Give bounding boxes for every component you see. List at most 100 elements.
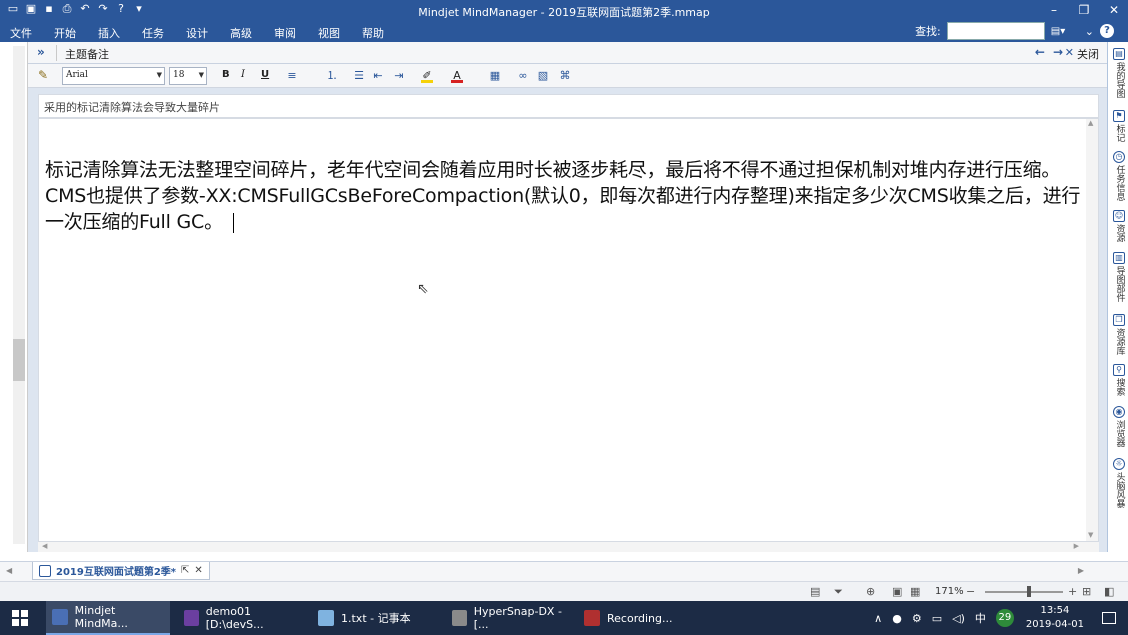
sidebar-item-my-maps[interactable]: ▤ 我的导图 bbox=[1111, 48, 1127, 98]
zoom-in-icon[interactable]: + bbox=[1068, 585, 1077, 598]
clock[interactable]: 13:54 2019-04-01 bbox=[1026, 604, 1084, 632]
decrease-indent-icon[interactable]: ⇤ bbox=[371, 68, 385, 83]
volume-icon[interactable]: ◁) bbox=[952, 612, 965, 625]
font-size-select[interactable]: 18 ▼ bbox=[169, 67, 207, 85]
sidebar-item-search[interactable]: ⚲ 搜索 bbox=[1111, 364, 1127, 396]
tray-monitor-icon[interactable]: ⚙ bbox=[912, 612, 922, 625]
menu-view[interactable]: 视图 bbox=[318, 25, 340, 41]
editor-vertical-scrollbar[interactable]: ▲ ▼ bbox=[1086, 119, 1098, 541]
notification-count-badge[interactable]: 29 bbox=[995, 609, 1014, 627]
insert-object-icon[interactable]: ⌘ bbox=[558, 68, 572, 83]
chevron-down-icon: ▼ bbox=[156, 71, 162, 79]
zoom-slider[interactable] bbox=[985, 591, 1063, 593]
action-center-icon[interactable] bbox=[1102, 612, 1116, 624]
menu-review[interactable]: 审阅 bbox=[274, 25, 296, 41]
layout-outline-icon[interactable]: ▦ bbox=[910, 585, 920, 598]
taskbar-app-notepad[interactable]: 1.txt - 记事本 bbox=[312, 601, 438, 635]
font-color-icon[interactable]: A bbox=[450, 68, 464, 83]
insert-image-icon[interactable]: ▧ bbox=[536, 68, 550, 83]
close-tab-icon[interactable]: ✕ bbox=[194, 565, 202, 576]
align-left-icon[interactable]: ≡ bbox=[285, 68, 299, 83]
right-task-pane-bar: ▤ 我的导图 ⚑ 标记 ◷ 任务信息 ☺ 资源 ▥ 导图部件 ❐ 资源库 ⚲ 搜… bbox=[1107, 42, 1128, 552]
font-family-select[interactable]: Arial ▼ bbox=[62, 67, 165, 85]
filter-icon[interactable]: ⏷ bbox=[834, 585, 843, 599]
search-label: 查找: bbox=[915, 25, 941, 38]
system-tray: ∧ ● ⚙ ▭ ◁) 中 29 13:54 2019-04-01 bbox=[874, 601, 1128, 635]
menu-help[interactable]: 帮助 bbox=[362, 25, 384, 41]
formatting-toolbar: ✎ Arial ▼ 18 ▼ B I U ≡ ⒈ ☰ ⇤ ⇥ ✐ A ▦ ∞ ▧… bbox=[28, 64, 1107, 88]
sidebar-item-brainstorm[interactable]: ☼ 头脑风暴 bbox=[1111, 458, 1127, 508]
sidebar-item-library[interactable]: ❐ 资源库 bbox=[1111, 314, 1127, 355]
sidebar-item-map-parts[interactable]: ▥ 导图部件 bbox=[1111, 252, 1127, 302]
map-icon: ▤ bbox=[1113, 48, 1125, 60]
close-panel-button[interactable]: ✕ 关闭 bbox=[1065, 46, 1099, 62]
previous-note-icon[interactable]: ← bbox=[1035, 45, 1045, 59]
focus-topic-icon[interactable]: ⊕ bbox=[866, 585, 875, 598]
network-icon[interactable]: ▭ bbox=[932, 612, 942, 625]
minimize-button[interactable]: – bbox=[1046, 2, 1062, 18]
panel-layout-icon[interactable]: ◧ bbox=[1104, 585, 1114, 598]
search-options-icon[interactable]: ▤▾ bbox=[1051, 26, 1079, 37]
windows-start-button[interactable] bbox=[12, 610, 28, 626]
zoom-slider-handle[interactable] bbox=[1027, 586, 1031, 597]
sidebar-item-resources[interactable]: ☺ 资源 bbox=[1111, 210, 1127, 242]
zoom-out-icon[interactable]: − bbox=[966, 585, 975, 598]
hyperlink-icon[interactable]: ∞ bbox=[516, 68, 530, 83]
bold-button[interactable]: B bbox=[222, 69, 230, 80]
highlight-color-icon[interactable]: ✐ bbox=[420, 68, 434, 83]
taskbar-app-intellij[interactable]: demo01 [D:\devS... bbox=[178, 601, 304, 635]
sidebar-item-browser[interactable]: ◉ 浏览器 bbox=[1111, 406, 1127, 447]
tray-app-icon[interactable]: ● bbox=[892, 612, 902, 625]
note-editor[interactable]: 标记清除算法无法整理空间碎片，老年代空间会随着应用时长被逐步耗尽，最后将不得不通… bbox=[38, 118, 1099, 542]
taskbar-app-recorder[interactable]: Recording... bbox=[578, 601, 704, 635]
menu-insert[interactable]: 插入 bbox=[98, 25, 120, 41]
note-body[interactable]: 标记清除算法无法整理空间碎片，老年代空间会随着应用时长被逐步耗尽，最后将不得不通… bbox=[45, 157, 1085, 235]
help-icon[interactable]: ? bbox=[1100, 24, 1114, 38]
scroll-left-icon[interactable]: ◀ bbox=[42, 542, 47, 550]
scroll-up-icon[interactable]: ▲ bbox=[1088, 119, 1093, 127]
expand-panel-icon[interactable]: » bbox=[37, 45, 45, 59]
ime-indicator[interactable]: 中 bbox=[975, 610, 986, 626]
taskbar-app-hypersnap[interactable]: HyperSnap-DX - [... bbox=[446, 601, 572, 635]
sidebar-item-task-info[interactable]: ◷ 任务信息 bbox=[1111, 151, 1127, 201]
increase-indent-icon[interactable]: ⇥ bbox=[392, 68, 406, 83]
tabs-scroll-left-icon[interactable]: ◀ bbox=[6, 566, 12, 575]
editor-horizontal-scrollbar[interactable]: ◀ ▶ bbox=[38, 542, 1099, 552]
note-subject[interactable]: 采用的标记清除算法会导致大量碎片 bbox=[38, 94, 1099, 118]
scrollbar-thumb[interactable] bbox=[13, 339, 25, 381]
menu-design[interactable]: 设计 bbox=[186, 25, 208, 41]
fit-map-icon[interactable]: ⊞ bbox=[1082, 585, 1091, 598]
menu-advanced[interactable]: 高级 bbox=[230, 25, 252, 41]
underline-button[interactable]: U bbox=[261, 69, 269, 80]
scroll-down-icon[interactable]: ▼ bbox=[1088, 531, 1093, 539]
layout-map-icon[interactable]: ▣ bbox=[892, 585, 902, 598]
menu-task[interactable]: 任务 bbox=[142, 25, 164, 41]
taskbar-app-mindmanager[interactable]: Mindjet MindMa... bbox=[46, 601, 170, 635]
intellij-icon bbox=[184, 610, 199, 626]
document-tab[interactable]: 2019互联网面试题第2季* ⇱ ✕ bbox=[32, 562, 210, 580]
numbered-list-icon[interactable]: ⒈ bbox=[325, 68, 339, 83]
sidebar-item-markers[interactable]: ⚑ 标记 bbox=[1111, 110, 1127, 142]
search-icon: ⚲ bbox=[1113, 364, 1125, 376]
italic-button[interactable]: I bbox=[241, 69, 245, 80]
pin-tab-icon[interactable]: ⇱ bbox=[181, 565, 189, 576]
document-tab-label: 2019互联网面试题第2季* bbox=[56, 567, 177, 578]
next-note-icon[interactable]: → bbox=[1053, 45, 1063, 59]
tabs-scroll-right-icon[interactable]: ▶ bbox=[1078, 566, 1084, 575]
format-painter-icon[interactable]: ✎ bbox=[38, 68, 48, 82]
bulb-icon: ☼ bbox=[1113, 458, 1125, 470]
restore-button[interactable]: ❐ bbox=[1076, 2, 1092, 18]
vertical-scrollbar[interactable] bbox=[13, 46, 25, 544]
search-input[interactable] bbox=[946, 22, 1045, 40]
view-mode-icon[interactable]: ▤ bbox=[810, 585, 820, 598]
insert-table-icon[interactable]: ▦ bbox=[488, 68, 502, 83]
tray-overflow-icon[interactable]: ∧ bbox=[874, 612, 882, 625]
font-family-value: Arial bbox=[66, 70, 88, 80]
menu-file[interactable]: 文件 bbox=[10, 25, 32, 41]
note-subject-text: 采用的标记清除算法会导致大量碎片 bbox=[44, 101, 220, 114]
scroll-right-icon[interactable]: ▶ bbox=[1074, 542, 1079, 550]
ribbon-collapse-icon[interactable]: ⌄ bbox=[1085, 25, 1094, 38]
menu-home[interactable]: 开始 bbox=[54, 25, 76, 41]
close-window-button[interactable]: ✕ bbox=[1106, 2, 1122, 18]
bullet-list-icon[interactable]: ☰ bbox=[352, 68, 366, 83]
